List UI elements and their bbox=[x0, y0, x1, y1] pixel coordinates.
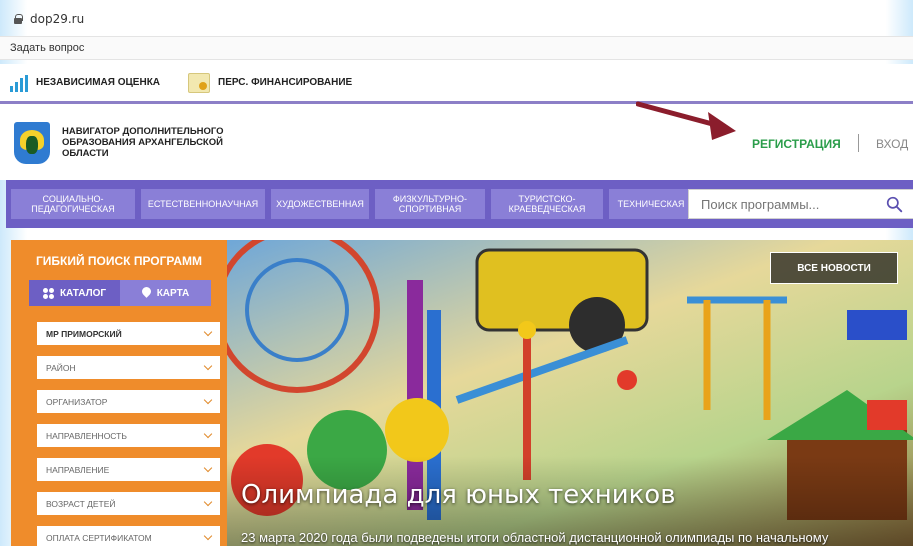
map-label: КАРТА bbox=[156, 287, 190, 299]
top-bar: НЕЗАВИСИМАЯ ОЦЕНКА ПЕРС. ФИНАНСИРОВАНИЕ bbox=[0, 64, 913, 104]
chevron-down-icon bbox=[203, 327, 213, 337]
filter-organizer[interactable]: ОРГАНИЗАТОР bbox=[37, 390, 220, 413]
lock-icon bbox=[14, 14, 23, 24]
chevron-down-icon bbox=[203, 463, 213, 473]
filter-age[interactable]: ВОЗРАСТ ДЕТЕЙ bbox=[37, 492, 220, 515]
filter-label: ОРГАНИЗАТОР bbox=[46, 396, 108, 407]
login-link[interactable]: ВХОД bbox=[876, 137, 908, 151]
nav-sports[interactable]: ФИЗКУЛЬТУРНО-СПОРТИВНАЯ bbox=[375, 189, 485, 219]
nav-art[interactable]: ХУДОЖЕСТВЕННАЯ bbox=[271, 189, 369, 219]
catalog-label: КАТАЛОГ bbox=[59, 287, 107, 299]
filter-label: МР ПРИМОРСКИЙ bbox=[46, 328, 122, 339]
news-banner[interactable]: ВСЕ НОВОСТИ Олимпиада для юных техников … bbox=[227, 240, 913, 546]
chevron-down-icon bbox=[203, 361, 213, 371]
filter-focus[interactable]: НАПРАВЛЕННОСТЬ bbox=[37, 424, 220, 447]
filter-label: НАПРАВЛЕННОСТЬ bbox=[46, 430, 127, 441]
filter-label: РАЙОН bbox=[46, 362, 76, 373]
nav-technical[interactable]: ТЕХНИЧЕСКАЯ bbox=[609, 189, 693, 219]
divider bbox=[858, 134, 859, 152]
search-icon[interactable] bbox=[886, 196, 903, 213]
chevron-down-icon bbox=[203, 531, 213, 541]
page: dop29.ru Задать вопрос НЕЗАВИСИМАЯ ОЦЕНК… bbox=[0, 0, 913, 546]
ask-question-row: Задать вопрос bbox=[0, 36, 913, 60]
nav-natural-science[interactable]: ЕСТЕСТВЕННОНАУЧНАЯ bbox=[141, 189, 265, 219]
filter-district[interactable]: РАЙОН bbox=[37, 356, 220, 379]
ask-question-link[interactable]: Задать вопрос bbox=[10, 42, 84, 54]
org-name: НАВИГАТОР ДОПОЛНИТЕЛЬНОГО ОБРАЗОВАНИЯ АР… bbox=[62, 126, 224, 159]
search-input[interactable] bbox=[689, 196, 877, 212]
catalog-tab[interactable]: КАТАЛОГ bbox=[29, 280, 120, 306]
filter-label: НАПРАВЛЕНИЕ bbox=[46, 464, 110, 475]
filter-label: ОПЛАТА СЕРТИФИКАТОМ bbox=[46, 532, 152, 543]
logo[interactable] bbox=[14, 122, 50, 164]
nav-tourism[interactable]: ТУРИСТСКО-КРАЕВЕДЧЕСКАЯ bbox=[491, 189, 603, 219]
register-link[interactable]: РЕГИСТРАЦИЯ bbox=[752, 137, 841, 151]
chevron-down-icon bbox=[203, 429, 213, 439]
grid-icon bbox=[42, 287, 54, 299]
money-icon bbox=[188, 72, 211, 93]
personal-financing-label: ПЕРС. ФИНАНСИРОВАНИЕ bbox=[218, 77, 353, 88]
view-toggle: КАТАЛОГ КАРТА bbox=[29, 280, 211, 306]
filter-label: ВОЗРАСТ ДЕТЕЙ bbox=[46, 498, 116, 509]
nav-social-pedagogical[interactable]: СОЦИАЛЬНО-ПЕДАГОГИЧЕСКАЯ bbox=[11, 189, 135, 219]
red-arrow-icon bbox=[636, 101, 736, 140]
banner-title[interactable]: Олимпиада для юных техников bbox=[241, 480, 676, 510]
chevron-down-icon bbox=[203, 395, 213, 405]
map-pin-icon bbox=[142, 287, 151, 299]
banner-text: 23 марта 2020 года были подведены итоги … bbox=[241, 530, 829, 545]
panel-title: ГИБКИЙ ПОИСК ПРОГРАММ bbox=[35, 254, 203, 268]
filter-municipality[interactable]: МР ПРИМОРСКИЙ bbox=[37, 322, 220, 345]
chart-icon bbox=[10, 74, 28, 92]
flexible-search-panel: ГИБКИЙ ПОИСК ПРОГРАММ КАТАЛОГ КАРТА МР П… bbox=[11, 240, 227, 546]
address-bar[interactable]: dop29.ru bbox=[0, 8, 913, 30]
category-nav: СОЦИАЛЬНО-ПЕДАГОГИЧЕСКАЯ ЕСТЕСТВЕННОНАУЧ… bbox=[6, 180, 913, 228]
independent-assessment-label: НЕЗАВИСИМАЯ ОЦЕНКА bbox=[36, 77, 161, 88]
map-tab[interactable]: КАРТА bbox=[120, 280, 211, 306]
independent-assessment-link[interactable]: НЕЗАВИСИМАЯ ОЦЕНКА bbox=[10, 74, 160, 92]
chevron-down-icon bbox=[203, 497, 213, 507]
url-text: dop29.ru bbox=[30, 12, 85, 26]
program-search bbox=[688, 189, 913, 219]
filter-direction[interactable]: НАПРАВЛЕНИЕ bbox=[37, 458, 220, 481]
filter-certificate-payment[interactable]: ОПЛАТА СЕРТИФИКАТОМ bbox=[37, 526, 220, 546]
all-news-button[interactable]: ВСЕ НОВОСТИ bbox=[770, 252, 898, 284]
personal-financing-link[interactable]: ПЕРС. ФИНАНСИРОВАНИЕ bbox=[188, 72, 353, 93]
